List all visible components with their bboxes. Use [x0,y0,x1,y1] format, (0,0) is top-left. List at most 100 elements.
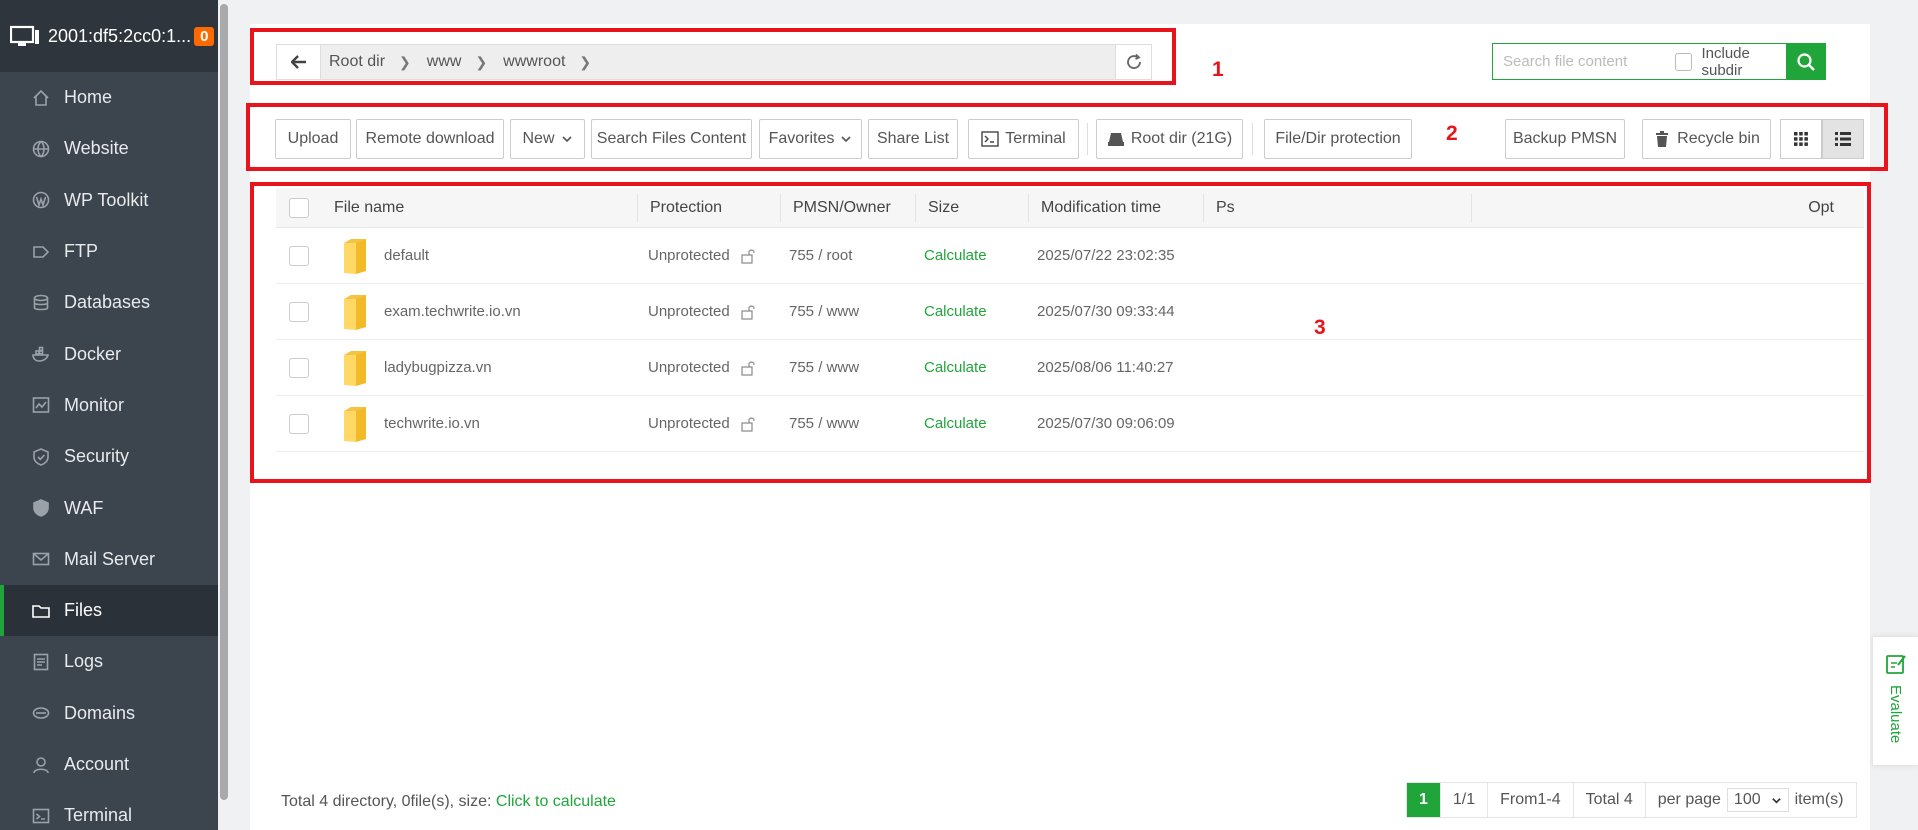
file-name-link[interactable]: techwrite.io.vn [384,415,480,432]
file-name-link[interactable]: exam.techwrite.io.vn [384,303,521,320]
sidebar-item-ftp[interactable]: FTP [0,226,218,277]
folder-icon [344,350,366,386]
ps-cell[interactable] [1204,284,1864,339]
sidebar-item-waf[interactable]: WAF [0,482,218,533]
per-page-select[interactable]: 100 [1726,788,1789,812]
protection-status[interactable]: Unprotected [648,247,730,264]
calculate-size-link[interactable]: Calculate [924,247,987,264]
select-all-checkbox[interactable] [289,197,309,218]
row-checkbox[interactable] [289,301,309,322]
protection-status[interactable]: Unprotected [648,359,730,376]
footer-summary: Total 4 directory, 0file(s), size: Click… [281,793,616,811]
sidebar-item-home[interactable]: Home [0,72,218,123]
file-name-link[interactable]: default [384,247,429,264]
ps-cell[interactable] [1204,340,1864,395]
search-files-content-button[interactable]: Search Files Content [591,119,752,159]
file-dir-protection-button[interactable]: File/Dir protection [1264,119,1412,159]
page-range: From1-4 [1487,783,1572,817]
calculate-size-link[interactable]: Calculate [924,415,987,432]
calculate-size-link[interactable]: Calculate [924,359,987,376]
sidebar-item-logs[interactable]: Logs [0,636,218,687]
share-list-button[interactable]: Share List [868,119,958,159]
calculate-size-link[interactable]: Calculate [924,303,987,320]
new-dropdown-button[interactable]: New [510,119,585,159]
page-total: Total 4 [1572,783,1645,817]
sidebar-item-security[interactable]: Security [0,431,218,482]
sidebar-item-account[interactable]: Account [0,739,218,790]
remote-download-button[interactable]: Remote download [356,119,504,159]
sidebar-item-label: WAF [64,497,104,518]
modification-time-cell: 2025/07/30 09:33:44 [1037,303,1175,320]
header-protection[interactable]: Protection [638,188,781,227]
sidebar-item-website[interactable]: Website [0,123,218,174]
pmsn-owner-cell[interactable]: 755 / www [781,340,916,395]
scrollbar-thumb[interactable] [220,4,228,800]
size-cell: Calculate [916,284,1029,339]
sidebar-item-terminal[interactable]: Terminal [0,790,218,830]
sidebar-item-docker[interactable]: Docker [0,328,218,379]
root-dir-disk-button[interactable]: Root dir (21G) [1096,119,1243,159]
sidebar-item-label: Databases [64,292,151,313]
sidebar-item-files[interactable]: Files [0,584,218,637]
refresh-button[interactable] [1115,45,1151,79]
monitor-icon [30,394,52,416]
header-modification-time[interactable]: Modification time [1029,188,1204,227]
list-view-button[interactable] [1822,119,1864,159]
header-file-name[interactable]: File name [322,188,638,227]
header-size[interactable]: Size [916,188,1029,227]
sidebar-item-domains[interactable]: Domains [0,688,218,739]
search-button[interactable] [1786,43,1827,80]
page-current[interactable]: 1 [1407,783,1440,817]
unlock-icon[interactable] [740,248,756,264]
sidebar-item-label: WP Toolkit [64,189,149,210]
pmsn-owner-cell[interactable]: 755 / www [781,284,916,339]
sidebar-scrollbar[interactable] [218,0,230,830]
evaluate-tab[interactable]: Evaluate [1872,636,1918,766]
unlock-icon[interactable] [740,416,756,432]
favorites-dropdown-button[interactable]: Favorites [759,119,862,159]
arrow-left-icon [290,55,306,69]
recycle-bin-button[interactable]: Recycle bin [1642,119,1771,159]
row-checkbox[interactable] [289,245,309,266]
table-row[interactable]: exam.techwrite.io.vn Unprotected 755 / www… [276,284,1864,340]
sidebar-item-databases[interactable]: Databases [0,277,218,328]
protection-status[interactable]: Unprotected [648,303,730,320]
sidebar-item-monitor[interactable]: Monitor [0,380,218,431]
pmsn-owner-cell[interactable]: 755 / www [781,396,916,451]
unlock-icon[interactable] [740,304,756,320]
row-checkbox[interactable] [289,357,309,378]
back-button[interactable] [277,45,321,79]
annotation-number-2: 2 [1446,122,1458,145]
server-header[interactable]: 2001:df5:2cc0:1... 0 [0,0,218,72]
terminal-button[interactable]: Terminal [968,119,1079,159]
table-row[interactable]: default Unprotected 755 / root Calculate 202… [276,228,1864,284]
table-row[interactable]: techwrite.io.vn Unprotected 755 / www Calcu… [276,396,1864,452]
notification-badge[interactable]: 0 [194,26,215,46]
unlock-icon[interactable] [740,360,756,376]
include-subdir-checkbox[interactable] [1675,52,1692,71]
breadcrumb-item-root[interactable]: Root dir ❯ [321,53,419,71]
header-pmsn-owner[interactable]: PMSN/Owner [781,188,916,227]
file-name-cell: default [322,228,638,283]
sidebar-item-mail-server[interactable]: Mail Server [0,534,218,585]
breadcrumb-item-wwwroot[interactable]: wwwroot ❯ [495,53,599,71]
ps-cell[interactable] [1204,228,1864,283]
ps-cell[interactable] [1204,396,1864,451]
backup-pmsn-button[interactable]: Backup PMSN [1505,119,1625,159]
file-content-search: Include subdir [1492,43,1827,80]
pmsn-owner-cell[interactable]: 755 / root [781,228,916,283]
file-name-link[interactable]: ladybugpizza.vn [384,359,492,376]
breadcrumb-item-www[interactable]: www ❯ [419,53,495,71]
modification-time-cell: 2025/07/22 23:02:35 [1037,247,1175,264]
upload-button[interactable]: Upload [275,119,351,159]
file-table: File name Protection PMSN/Owner Size Mod… [276,188,1864,452]
click-to-calculate-link[interactable]: Click to calculate [496,793,616,810]
grid-view-button[interactable] [1780,119,1822,159]
sidebar-item-wp-toolkit[interactable]: WP Toolkit [0,175,218,226]
row-checkbox[interactable] [289,413,309,434]
protection-status[interactable]: Unprotected [648,415,730,432]
protection-cell: Unprotected [638,396,781,451]
table-row[interactable]: ladybugpizza.vn Unprotected 755 / www Calcu… [276,340,1864,396]
sidebar: 2001:df5:2cc0:1... 0 Home Website WP Toolk… [0,0,218,830]
search-input[interactable] [1493,44,1671,79]
